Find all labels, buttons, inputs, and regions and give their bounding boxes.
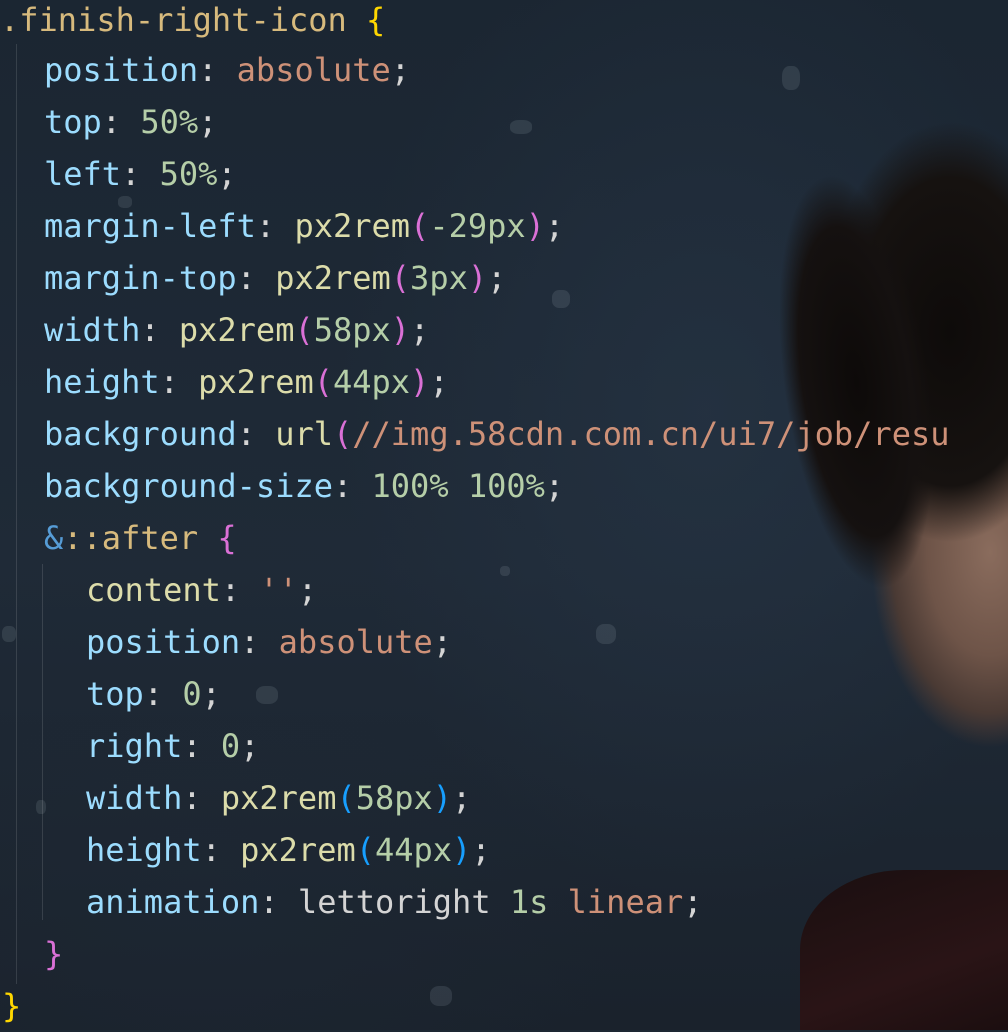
css-property: width [86, 779, 183, 817]
code-line: animation: lettoright 1s linear; [86, 883, 703, 921]
open-brace: { [366, 1, 386, 39]
css-function: px2rem [275, 259, 391, 297]
code-line: height: px2rem(44px); [86, 831, 491, 869]
code-line: background-size: 100% 100%; [44, 467, 565, 505]
css-value: 100% 100% [371, 467, 545, 505]
nested-close-brace: } [44, 935, 64, 973]
code-line-nested-close: } [44, 928, 63, 980]
code-editor[interactable]: .finish-right-icon { position: absolute;… [0, 0, 1008, 1030]
code-line: background: url(//img.58cdn.com.cn/ui7/j… [44, 415, 950, 453]
css-url-value: //img.58cdn.com.cn/ui7/job/resu [352, 415, 950, 453]
code-line: margin-top: px2rem(3px); [44, 259, 507, 297]
css-function-arg: 44px [374, 831, 453, 869]
code-line: content: ''; [86, 571, 318, 609]
css-value: 50% [140, 103, 199, 141]
nested-open-brace: { [217, 519, 237, 557]
css-property: top [44, 103, 102, 141]
css-value: lettoright [297, 883, 491, 921]
css-value: '' [259, 571, 298, 609]
css-property: animation [86, 883, 260, 921]
css-value: linear [567, 883, 684, 921]
code-line: width: px2rem(58px); [86, 779, 472, 817]
css-function: px2rem [220, 779, 337, 817]
code-line: right: 0; [86, 727, 260, 765]
css-function-arg: 58px [313, 311, 391, 349]
indent-guide-nested [42, 564, 43, 920]
code-line: width: px2rem(58px); [44, 311, 430, 349]
code-line: left: 50%; [44, 155, 237, 193]
css-property: height [44, 363, 160, 401]
code-line-nested-selector: &::after { [44, 512, 237, 564]
css-property: width [44, 311, 141, 349]
code-line: position: absolute; [44, 51, 411, 89]
css-value: absolute [236, 51, 391, 89]
code-line: margin-left: px2rem(-29px); [44, 207, 565, 245]
css-function: url [275, 415, 333, 453]
css-property: content [86, 571, 221, 609]
css-selector: .finish-right-icon [0, 1, 347, 39]
close-brace: } [2, 987, 22, 1025]
css-value: 0 [182, 675, 202, 713]
css-property: background-size [44, 467, 333, 505]
css-function: px2rem [240, 831, 356, 869]
code-line: top: 0; [86, 675, 221, 713]
css-function-arg: -29px [429, 207, 526, 245]
css-function: px2rem [294, 207, 411, 245]
code-line: position: absolute; [86, 623, 453, 661]
css-property: position [86, 623, 241, 661]
css-function-arg: 3px [410, 259, 468, 297]
css-property: height [86, 831, 202, 869]
css-property: background [44, 415, 237, 453]
css-property: position [44, 51, 199, 89]
code-line: top: 50%; [44, 103, 218, 141]
css-amp: & [44, 519, 64, 557]
code-line-selector: .finish-right-icon { [0, 0, 385, 46]
css-pseudo: ::after [63, 519, 199, 557]
css-function: px2rem [178, 311, 295, 349]
css-value: 50% [159, 155, 218, 193]
code-line-close: } [2, 980, 21, 1032]
css-property: right [86, 727, 183, 765]
css-value: 1s [509, 883, 549, 921]
css-property: left [44, 155, 122, 193]
css-function: px2rem [198, 363, 314, 401]
css-property: margin-left [44, 207, 256, 245]
css-value: absolute [278, 623, 433, 661]
css-value: 0 [220, 727, 241, 765]
css-property: top [86, 675, 144, 713]
indent-guide [16, 44, 17, 984]
css-property: margin-top [44, 259, 237, 297]
css-function-arg: 58px [355, 779, 433, 817]
css-function-arg: 44px [332, 363, 411, 401]
code-line: height: px2rem(44px); [44, 363, 449, 401]
